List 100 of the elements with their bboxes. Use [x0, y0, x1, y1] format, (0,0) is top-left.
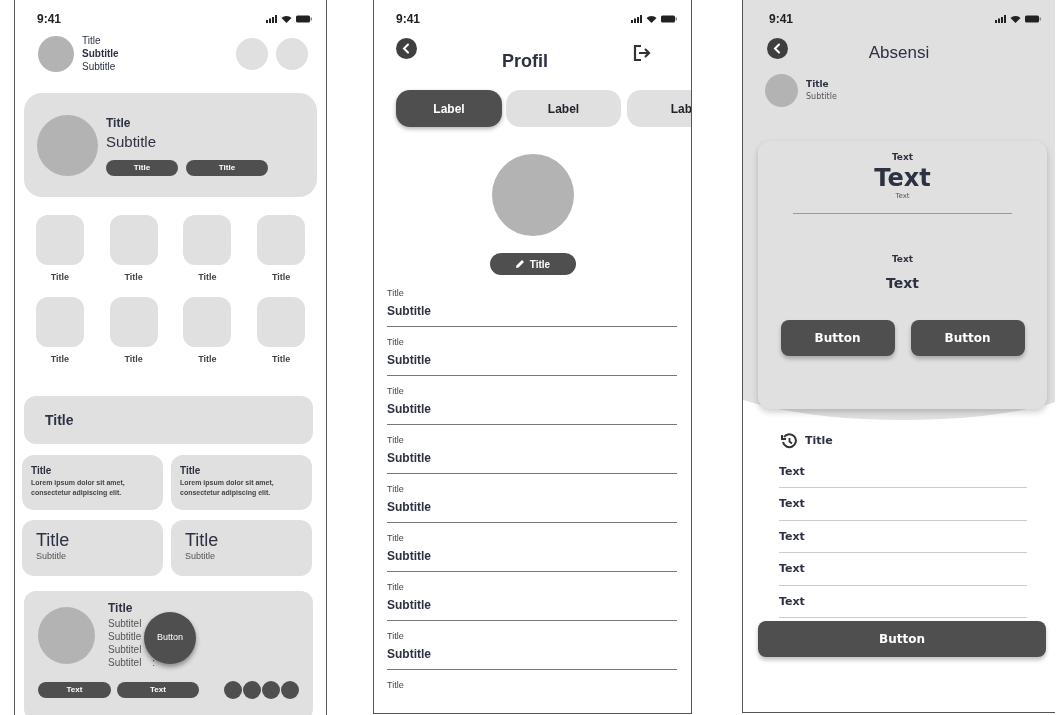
shortcut-label: Title: [50, 352, 70, 366]
battery-icon: [1025, 15, 1041, 23]
back-button-icon[interactable]: [767, 38, 788, 59]
logout-icon[interactable]: [633, 44, 651, 62]
avatar: [38, 607, 95, 664]
field-value: Subtitle: [387, 401, 677, 425]
detail-line: Subtitle: [108, 630, 142, 643]
detail-line: Subtitel: [108, 656, 142, 669]
field-label: Title: [387, 630, 405, 642]
field-value: Subtitle: [387, 450, 677, 474]
tab[interactable]: Label: [506, 90, 621, 127]
detail-line: Subtitel: [108, 617, 142, 630]
dot: [281, 681, 299, 699]
stat-title: Title: [185, 530, 220, 550]
field-label: Title: [387, 336, 405, 348]
dot: [262, 681, 280, 699]
wifi-icon: [281, 15, 292, 23]
pill-button[interactable]: Title: [186, 160, 268, 176]
info-title: Title: [180, 464, 202, 478]
shortcut-label: Title: [50, 271, 70, 284]
dot: [243, 681, 261, 699]
circle-button[interactable]: [276, 37, 308, 70]
field-label: Title: [387, 483, 405, 495]
page-title: Absensi: [867, 42, 931, 64]
header-caption: Subtitle: [82, 60, 117, 73]
shortcut-tile[interactable]: [257, 296, 306, 347]
avatar: [38, 35, 74, 72]
field-value: Subtitle: [387, 597, 677, 621]
shortcut-tile[interactable]: [35, 215, 84, 265]
pill-button[interactable]: Title: [106, 160, 178, 176]
field-label: Title: [387, 287, 405, 299]
secondary-caption: Text: [890, 253, 915, 266]
shortcut-tile[interactable]: [35, 296, 84, 347]
main-button[interactable]: Button: [758, 621, 1046, 657]
shortcut-tile[interactable]: [183, 296, 232, 347]
history-item[interactable]: Text: [779, 585, 1027, 618]
battery-icon: [661, 15, 677, 23]
page-title: Profil: [501, 50, 549, 73]
header-subtitle: Subtitle: [82, 47, 119, 60]
signal-icon: [995, 15, 1006, 23]
shortcut-label: Title: [198, 271, 217, 284]
field-value: Subtitle: [387, 646, 677, 670]
shortcut-label: Title: [271, 271, 291, 284]
history-item[interactable]: Text: [779, 455, 1027, 488]
field-value: Subtitle: [387, 499, 677, 523]
stat-subtitle: Subtitle: [36, 550, 68, 563]
field-label: Title: [387, 385, 405, 397]
status-time: 9:41: [396, 11, 421, 28]
shortcut-label: Title: [198, 352, 217, 366]
shortcut-tile[interactable]: [109, 215, 158, 265]
history-item[interactable]: Text: [779, 520, 1027, 553]
field-value: Subtitle: [387, 548, 677, 572]
shortcut-tile[interactable]: [257, 215, 306, 265]
tab[interactable]: Label: [396, 90, 502, 127]
signal-icon: [266, 15, 277, 23]
stat-subtitle: Subtitle: [185, 550, 217, 563]
shortcut-tile[interactable]: [183, 215, 232, 265]
status-time: 9:41: [37, 11, 62, 28]
history-item[interactable]: Text: [779, 488, 1027, 521]
hero-title: Title: [106, 115, 132, 132]
field-label: Title: [387, 679, 405, 691]
stat-title: Title: [36, 530, 71, 550]
user-name: Title: [806, 77, 830, 91]
info-title: Title: [31, 464, 53, 478]
history-icon: [781, 433, 797, 450]
detail-line: Subtitel: [108, 643, 142, 656]
hero-subtitle: Subtitle: [106, 132, 158, 152]
shortcut-tile[interactable]: [109, 296, 158, 347]
banner-title: Title: [45, 410, 74, 430]
action-button[interactable]: Button: [910, 319, 1025, 356]
field-label: Title: [387, 581, 405, 593]
pencil-icon: [514, 259, 525, 269]
shortcut-label: Title: [124, 271, 143, 284]
circle-button[interactable]: [236, 37, 268, 70]
tab[interactable]: Lab: [627, 90, 691, 127]
header-title: Title: [82, 34, 102, 47]
detail-title: Title: [108, 600, 134, 617]
summary-caption: Text: [890, 151, 915, 164]
field-value: Subtitle: [387, 303, 677, 327]
status-time: 9:41: [769, 11, 794, 28]
history-item[interactable]: Text: [779, 553, 1027, 586]
dot: [224, 681, 242, 699]
field-label: Title: [387, 532, 405, 544]
shortcut-label: Title: [271, 352, 291, 366]
chip-button[interactable]: Text: [38, 682, 111, 698]
back-button-icon[interactable]: [396, 38, 417, 59]
field-value: Subtitle: [387, 352, 677, 376]
wifi-icon: [646, 15, 657, 23]
wifi-icon: [1010, 15, 1021, 23]
field-label: Title: [387, 434, 405, 446]
secondary-value: Text: [885, 273, 920, 293]
action-button[interactable]: Button: [780, 319, 895, 356]
user-subtitle: Subtitle: [806, 91, 837, 104]
edit-button[interactable]: Title: [489, 253, 576, 275]
shortcut-label: Title: [124, 352, 143, 366]
history-title: Title: [805, 433, 833, 449]
summary-value: Text: [873, 164, 932, 191]
signal-icon: [631, 15, 642, 23]
battery-icon: [296, 15, 312, 23]
chip-button[interactable]: Text: [117, 682, 199, 698]
